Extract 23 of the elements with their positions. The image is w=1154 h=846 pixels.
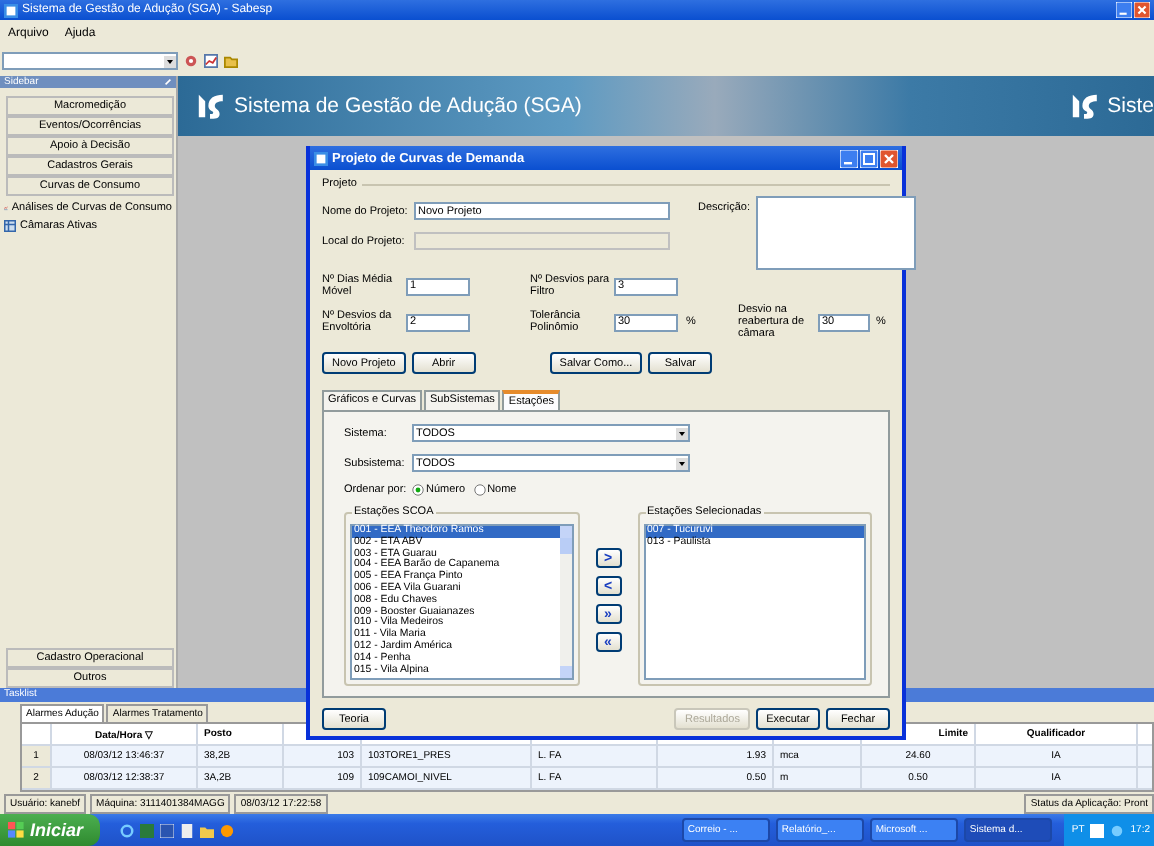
folder-icon[interactable] — [224, 54, 238, 68]
minimize-icon[interactable] — [1116, 2, 1132, 18]
start-button[interactable]: Iniciar — [0, 814, 100, 846]
close-icon[interactable] — [1134, 2, 1150, 18]
banner-title: Sistema de Gestão de Adução (SGA) — [234, 94, 582, 118]
dropdown-arrow-icon[interactable] — [675, 457, 687, 469]
dropdown-arrow-icon[interactable] — [163, 55, 175, 67]
maximize-icon[interactable] — [860, 149, 878, 167]
close-icon[interactable] — [880, 149, 898, 167]
text-area[interactable] — [755, 196, 916, 270]
scrollbar-drawing[interactable] — [559, 526, 571, 678]
windows-logo-icon — [8, 822, 24, 838]
folder-icon[interactable] — [199, 823, 214, 837]
radio-button[interactable] — [412, 484, 424, 496]
app-icon — [314, 151, 328, 165]
app-icon — [4, 3, 18, 17]
pin-icon[interactable] — [164, 78, 172, 86]
minimize-icon[interactable] — [840, 149, 858, 167]
radio-button[interactable] — [473, 484, 486, 496]
dropdown-arrow-icon[interactable] — [675, 427, 687, 439]
table-icon — [4, 220, 16, 232]
banner-title: Siste — [1107, 94, 1154, 118]
chart-icon[interactable] — [204, 54, 218, 68]
